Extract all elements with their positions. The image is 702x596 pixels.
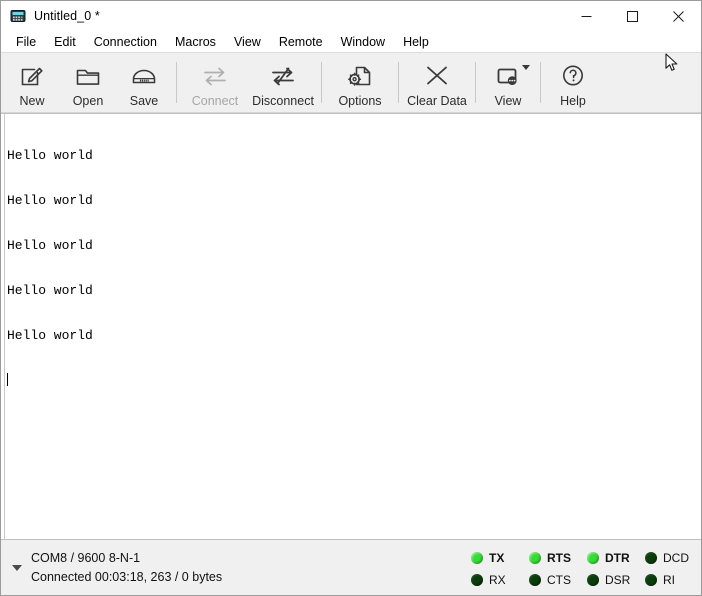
terminal-line: Hello world [7,283,93,298]
led-light-rx [471,574,483,586]
menu-item-edit[interactable]: Edit [45,33,85,51]
led-indicator-dsr: DSR [587,573,645,587]
led-light-cts [529,574,541,586]
led-label-dcd: DCD [663,551,689,565]
terminal-text[interactable]: Hello world Hello world Hello world Hell… [5,114,701,539]
led-indicator-rts: RTS [529,551,587,565]
menu-item-view[interactable]: View [225,33,270,51]
window-title: Untitled_0 * [34,9,100,23]
chevron-down-icon [12,564,22,571]
toolbar-label-open: Open [72,93,104,108]
led-indicator-rx: RX [471,573,529,587]
question-circle-icon [560,61,586,91]
serial-device-icon [10,8,26,24]
led-label-tx: TX [489,551,505,565]
led-light-dsr [587,574,599,586]
status-expander-button[interactable] [7,564,27,571]
chevron-down-icon[interactable] [522,65,530,70]
toolbar-label-clear-data: Clear Data [407,93,467,108]
terminal-line: Hello world [7,328,93,343]
text-caret [7,373,8,386]
status-connection-state: Connected 00:03:18, 263 / 0 bytes [31,569,223,584]
document-gear-icon [347,61,373,91]
toolbar-button-view[interactable]: View [480,53,536,112]
led-label-rx: RX [489,573,506,587]
led-light-dtr [587,552,599,564]
led-indicator-dtr: DTR [587,551,645,565]
window-dots-icon [494,61,522,91]
led-indicator-cts: CTS [529,573,587,587]
status-text-group: COM8 / 9600 8-N-1 Connected 00:03:18, 26… [31,549,222,587]
menu-item-remote[interactable]: Remote [270,33,332,51]
led-label-dsr: DSR [605,573,631,587]
led-indicator-dcd: DCD [645,551,702,565]
terminal-line: Hello world [7,148,93,163]
toolbar-button-connect[interactable]: Connect [181,53,249,112]
led-indicator-tx: TX [471,551,529,565]
led-light-ri [645,574,657,586]
x-cross-icon [423,61,451,91]
menu-item-window[interactable]: Window [332,33,394,51]
terminal-line: Hello world [7,193,93,208]
toolbar-button-open[interactable]: Open [60,53,116,112]
terminal-caret-line [7,373,701,388]
toolbar-separator [321,62,322,103]
toolbar-separator [475,62,476,103]
terminal-line: Hello world [7,238,93,253]
toolbar-label-options: Options [338,93,382,108]
maximize-button[interactable] [609,1,655,31]
led-label-dtr: DTR [605,551,630,565]
folder-open-icon [75,61,101,91]
toolbar-separator [176,62,177,103]
led-label-rts: RTS [547,551,571,565]
toolbar-label-new: New [19,93,45,108]
menu-item-help[interactable]: Help [394,33,438,51]
led-light-rts [529,552,541,564]
toolbar-label-disconnect: Disconnect [252,93,314,108]
toolbar-button-options[interactable]: Options [326,53,394,112]
toolbar-label-view: View [494,93,522,108]
toolbar-button-disconnect[interactable]: Disconnect [249,53,317,112]
menu-item-file[interactable]: File [7,33,45,51]
status-bar: COM8 / 9600 8-N-1 Connected 00:03:18, 26… [1,540,701,595]
toolbar-separator [540,62,541,103]
new-document-icon [19,61,45,91]
terminal-output-area[interactable]: Hello world Hello world Hello world Hell… [1,113,701,540]
led-light-tx [471,552,483,564]
toolbar-separator [398,62,399,103]
close-button[interactable] [655,1,701,31]
application-window: Untitled_0 * File Edit Connection Macros… [0,0,702,596]
serial-signal-leds: TX RTS DTR DCD RX CTS DSR RI [471,547,702,591]
toolbar-button-save[interactable]: Save [116,53,172,112]
toolbar-button-clear-data[interactable]: Clear Data [403,53,471,112]
status-connection-info: COM8 / 9600 8-N-1 [31,550,141,565]
save-disk-icon [131,61,157,91]
minimize-button[interactable] [563,1,609,31]
title-bar: Untitled_0 * [1,1,701,31]
menu-bar: File Edit Connection Macros View Remote … [1,31,701,53]
led-label-cts: CTS [547,573,571,587]
toolbar-label-help: Help [560,93,586,108]
menu-item-connection[interactable]: Connection [85,33,166,51]
toolbar-button-help[interactable]: Help [545,53,601,112]
toolbar-label-save: Save [129,93,159,108]
toolbar-button-new[interactable]: New [4,53,60,112]
menu-item-macros[interactable]: Macros [166,33,225,51]
led-indicator-ri: RI [645,573,702,587]
disconnect-arrows-icon [269,61,297,91]
window-controls [563,1,701,31]
led-label-ri: RI [663,573,675,587]
toolbar: New Open Save Connect Disconnect Options… [1,53,701,113]
connect-arrows-icon [201,61,229,91]
toolbar-label-connect: Connect [191,93,239,108]
led-light-dcd [645,552,657,564]
